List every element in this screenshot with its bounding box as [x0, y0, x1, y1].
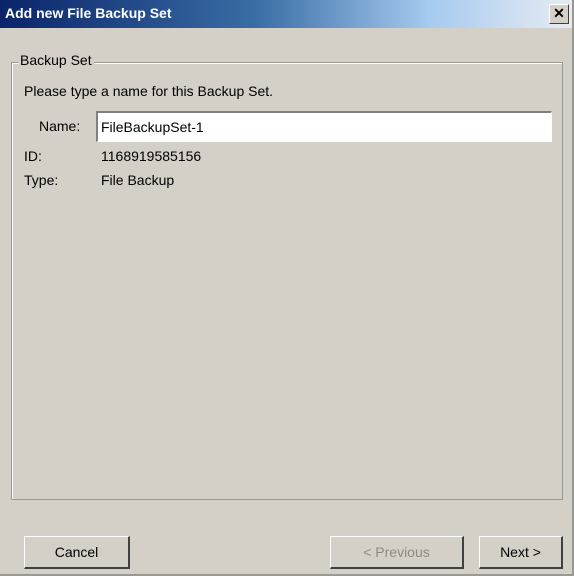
close-button[interactable]: ✕	[549, 4, 569, 24]
cancel-button[interactable]: Cancel	[24, 536, 130, 569]
close-icon: ✕	[553, 5, 565, 21]
name-input[interactable]	[96, 111, 552, 142]
add-backup-set-dialog: Add new File Backup Set ✕ Backup Set Ple…	[0, 0, 574, 576]
title-bar[interactable]: Add new File Backup Set ✕	[0, 0, 572, 28]
next-button[interactable]: Next >	[479, 536, 563, 569]
group-legend: Backup Set	[18, 52, 94, 68]
window-title: Add new File Backup Set	[5, 5, 172, 21]
previous-button[interactable]: < Previous	[330, 536, 464, 569]
name-prompt: Please type a name for this Backup Set.	[24, 83, 274, 99]
id-label: ID:	[24, 148, 42, 164]
name-label: Name:	[39, 118, 81, 134]
id-value: 1168919585156	[101, 148, 202, 164]
type-label: Type:	[24, 172, 59, 188]
type-value: File Backup	[101, 172, 175, 188]
